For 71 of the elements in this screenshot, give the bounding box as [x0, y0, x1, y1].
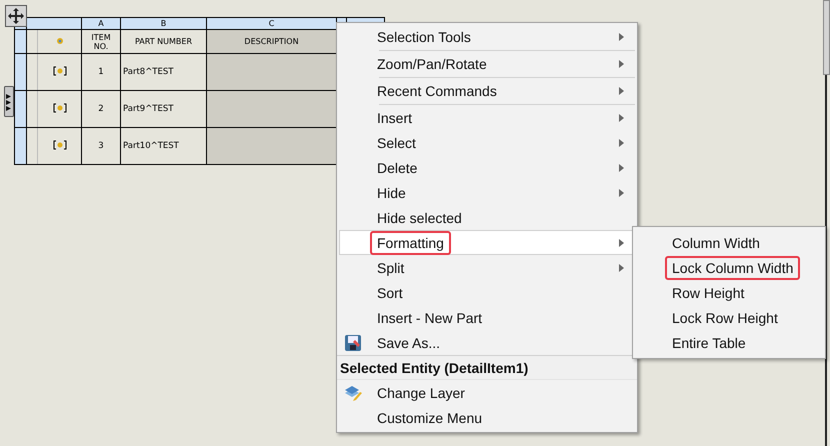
- menu-item-label: Lock Column Width: [665, 256, 800, 280]
- menu-item[interactable]: Lock Row Height: [635, 305, 823, 330]
- column-heading: DESCRIPTION: [206, 30, 336, 54]
- row-header[interactable]: [14, 90, 26, 128]
- part-icon: [56, 36, 64, 44]
- menu-item-label: Sort: [376, 284, 404, 302]
- menu-item-label: Column Width: [671, 234, 761, 252]
- table-cell: 3: [82, 128, 120, 164]
- row-header[interactable]: [14, 54, 26, 90]
- menu-item-label: Hide selected: [376, 208, 463, 228]
- menu-item[interactable]: Insert - New Part: [339, 305, 635, 330]
- menu-item[interactable]: Formatting: [339, 230, 635, 255]
- submenu-arrow-icon: [619, 238, 624, 246]
- table-cell: 2: [82, 90, 120, 128]
- layers-pencil-icon: [344, 384, 362, 402]
- menu-item[interactable]: Save As...: [339, 330, 635, 355]
- bracketed-part-icon: [52, 66, 66, 76]
- menu-item-label: Formatting: [370, 230, 451, 254]
- menu-item[interactable]: Insert: [339, 105, 635, 130]
- menu-section-title: Selected Entity (DetailItem1): [337, 355, 637, 380]
- menu-item[interactable]: Entire Table: [635, 330, 823, 355]
- submenu-arrow-icon: [619, 33, 624, 41]
- menu-item[interactable]: Hide selected: [339, 205, 635, 230]
- menu-item[interactable]: Sort: [339, 280, 635, 305]
- menu-item-label: Split: [376, 258, 406, 278]
- submenu-arrow-icon: [619, 188, 624, 196]
- submenu-arrow-icon: [619, 264, 624, 272]
- column-heading: ITEM NO.: [82, 30, 120, 54]
- menu-item[interactable]: Row Height: [635, 280, 823, 305]
- menu-item-label: Lock Row Height: [671, 308, 779, 328]
- bracketed-part-icon: [52, 102, 66, 112]
- table-cell: 1: [82, 54, 120, 90]
- submenu-arrow-icon: [619, 114, 624, 122]
- menu-item[interactable]: Hide: [339, 180, 635, 205]
- row-header[interactable]: [14, 128, 26, 164]
- menu-item[interactable]: Zoom/Pan/Rotate: [339, 51, 635, 77]
- menu-item-label: Row Height: [671, 284, 746, 303]
- menu-item[interactable]: Delete: [339, 155, 635, 180]
- menu-item[interactable]: Split: [339, 255, 635, 280]
- menu-item[interactable]: Selection Tools: [339, 24, 635, 50]
- column-header[interactable]: A: [82, 18, 120, 30]
- menu-item-label: Select: [376, 134, 417, 152]
- menu-item-label: Delete: [376, 158, 418, 178]
- submenu-arrow-icon: [619, 138, 624, 146]
- menu-item[interactable]: Customize Menu: [339, 405, 635, 430]
- submenu-arrow-icon: [619, 164, 624, 172]
- menu-item-label: Insert - New Part: [376, 308, 484, 328]
- submenu-arrow-icon: [619, 60, 624, 68]
- menu-item[interactable]: Select: [339, 130, 635, 155]
- menu-item-label: Insert: [376, 108, 414, 128]
- menu-item[interactable]: Recent Commands: [339, 78, 635, 104]
- menu-item-label: Hide: [376, 184, 407, 202]
- column-header[interactable]: B: [120, 18, 206, 30]
- move-handle-icon[interactable]: [5, 5, 27, 27]
- column-header[interactable]: [26, 18, 82, 30]
- row-header[interactable]: [14, 30, 26, 54]
- expand-tab-icon[interactable]: [4, 86, 14, 117]
- column-header[interactable]: C: [206, 18, 336, 30]
- menu-item-label: Recent Commands: [376, 82, 498, 101]
- column-heading: PART NUMBER: [120, 30, 206, 54]
- bracketed-part-icon: [52, 140, 66, 150]
- menu-item[interactable]: Lock Column Width: [635, 255, 823, 280]
- menu-item-label: Selection Tools: [376, 28, 472, 47]
- menu-item[interactable]: Change Layer: [339, 380, 635, 405]
- menu-item-label: Customize Menu: [376, 408, 484, 428]
- submenu-arrow-icon: [619, 87, 624, 95]
- menu-item-label: Entire Table: [671, 334, 747, 352]
- menu-item[interactable]: Column Width: [635, 230, 823, 255]
- menu-item-label: Zoom/Pan/Rotate: [376, 55, 488, 74]
- menu-item-label: Change Layer: [376, 384, 466, 403]
- menu-item-label: Save As...: [376, 334, 442, 352]
